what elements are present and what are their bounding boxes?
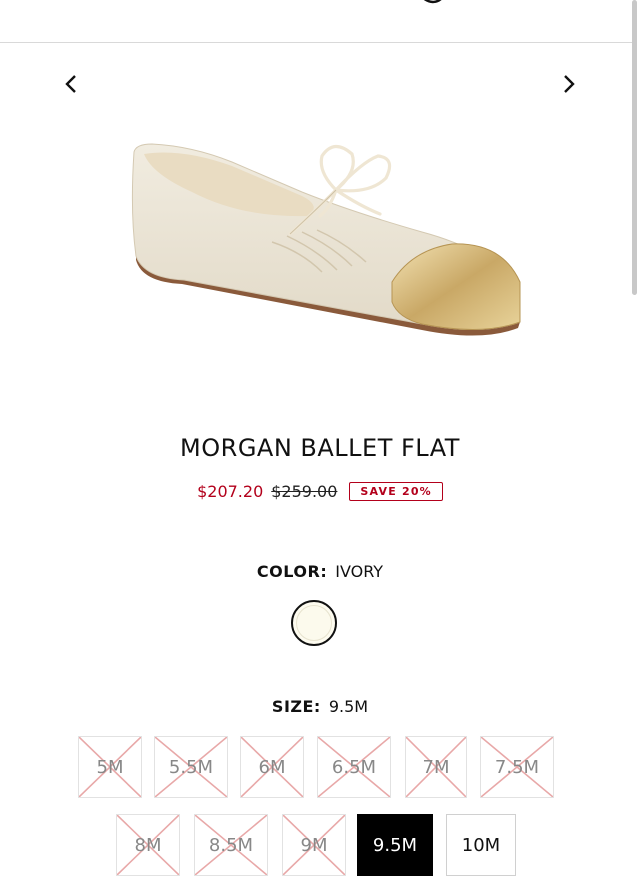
previous-image-button[interactable]	[60, 72, 84, 96]
product-image	[131, 143, 521, 336]
price-row: $207.20 $259.00 SAVE 20%	[0, 482, 640, 501]
size-option-label: 5M	[96, 756, 124, 778]
size-option-8-5m[interactable]: 8.5M	[194, 814, 268, 876]
size-value: 9.5M	[328, 697, 369, 716]
size-option-10m[interactable]: 10M	[446, 814, 516, 876]
color-label: COLOR:	[256, 562, 328, 581]
save-badge: SAVE 20%	[349, 482, 443, 501]
size-option-label: 7.5M	[494, 756, 540, 778]
size-option-label: 7M	[422, 756, 450, 778]
product-title: MORGAN BALLET FLAT	[180, 434, 460, 462]
page-scrollbar[interactable]	[632, 0, 637, 295]
size-option-6m[interactable]: 6M	[240, 736, 304, 798]
color-selection-label: COLOR: IVORY	[0, 562, 640, 581]
size-option-5m[interactable]: 5M	[78, 736, 142, 798]
size-label: SIZE:	[271, 697, 321, 716]
size-option-5-5m[interactable]: 5.5M	[154, 736, 228, 798]
size-option-9-5m[interactable]: 9.5M	[357, 814, 433, 876]
size-option-6-5m[interactable]: 6.5M	[317, 736, 391, 798]
next-image-button[interactable]	[556, 72, 580, 96]
brand-logo[interactable]	[410, 0, 454, 8]
chevron-right-icon	[564, 75, 575, 93]
site-header	[0, 0, 632, 43]
size-option-label: 9.5M	[372, 834, 418, 856]
size-option-label: 6.5M	[331, 756, 377, 778]
size-option-7m[interactable]: 7M	[405, 736, 467, 798]
size-option-label: 6M	[258, 756, 286, 778]
original-price: $259.00	[271, 482, 338, 501]
size-option-label: 8M	[134, 834, 162, 856]
sale-price: $207.20	[197, 482, 264, 501]
size-option-label: 9M	[300, 834, 328, 856]
size-option-label: 10M	[461, 834, 501, 856]
size-option-7-5m[interactable]: 7.5M	[480, 736, 554, 798]
swatch-fill	[296, 605, 332, 641]
chevron-left-icon	[65, 75, 76, 93]
color-value: IVORY	[335, 562, 384, 581]
size-option-label: 8.5M	[208, 834, 254, 856]
size-selection-label: SIZE: 9.5M	[0, 697, 640, 716]
size-option-label: 5.5M	[168, 756, 214, 778]
size-option-9m[interactable]: 9M	[282, 814, 346, 876]
color-swatch-ivory[interactable]	[291, 600, 337, 646]
size-option-8m[interactable]: 8M	[116, 814, 180, 876]
